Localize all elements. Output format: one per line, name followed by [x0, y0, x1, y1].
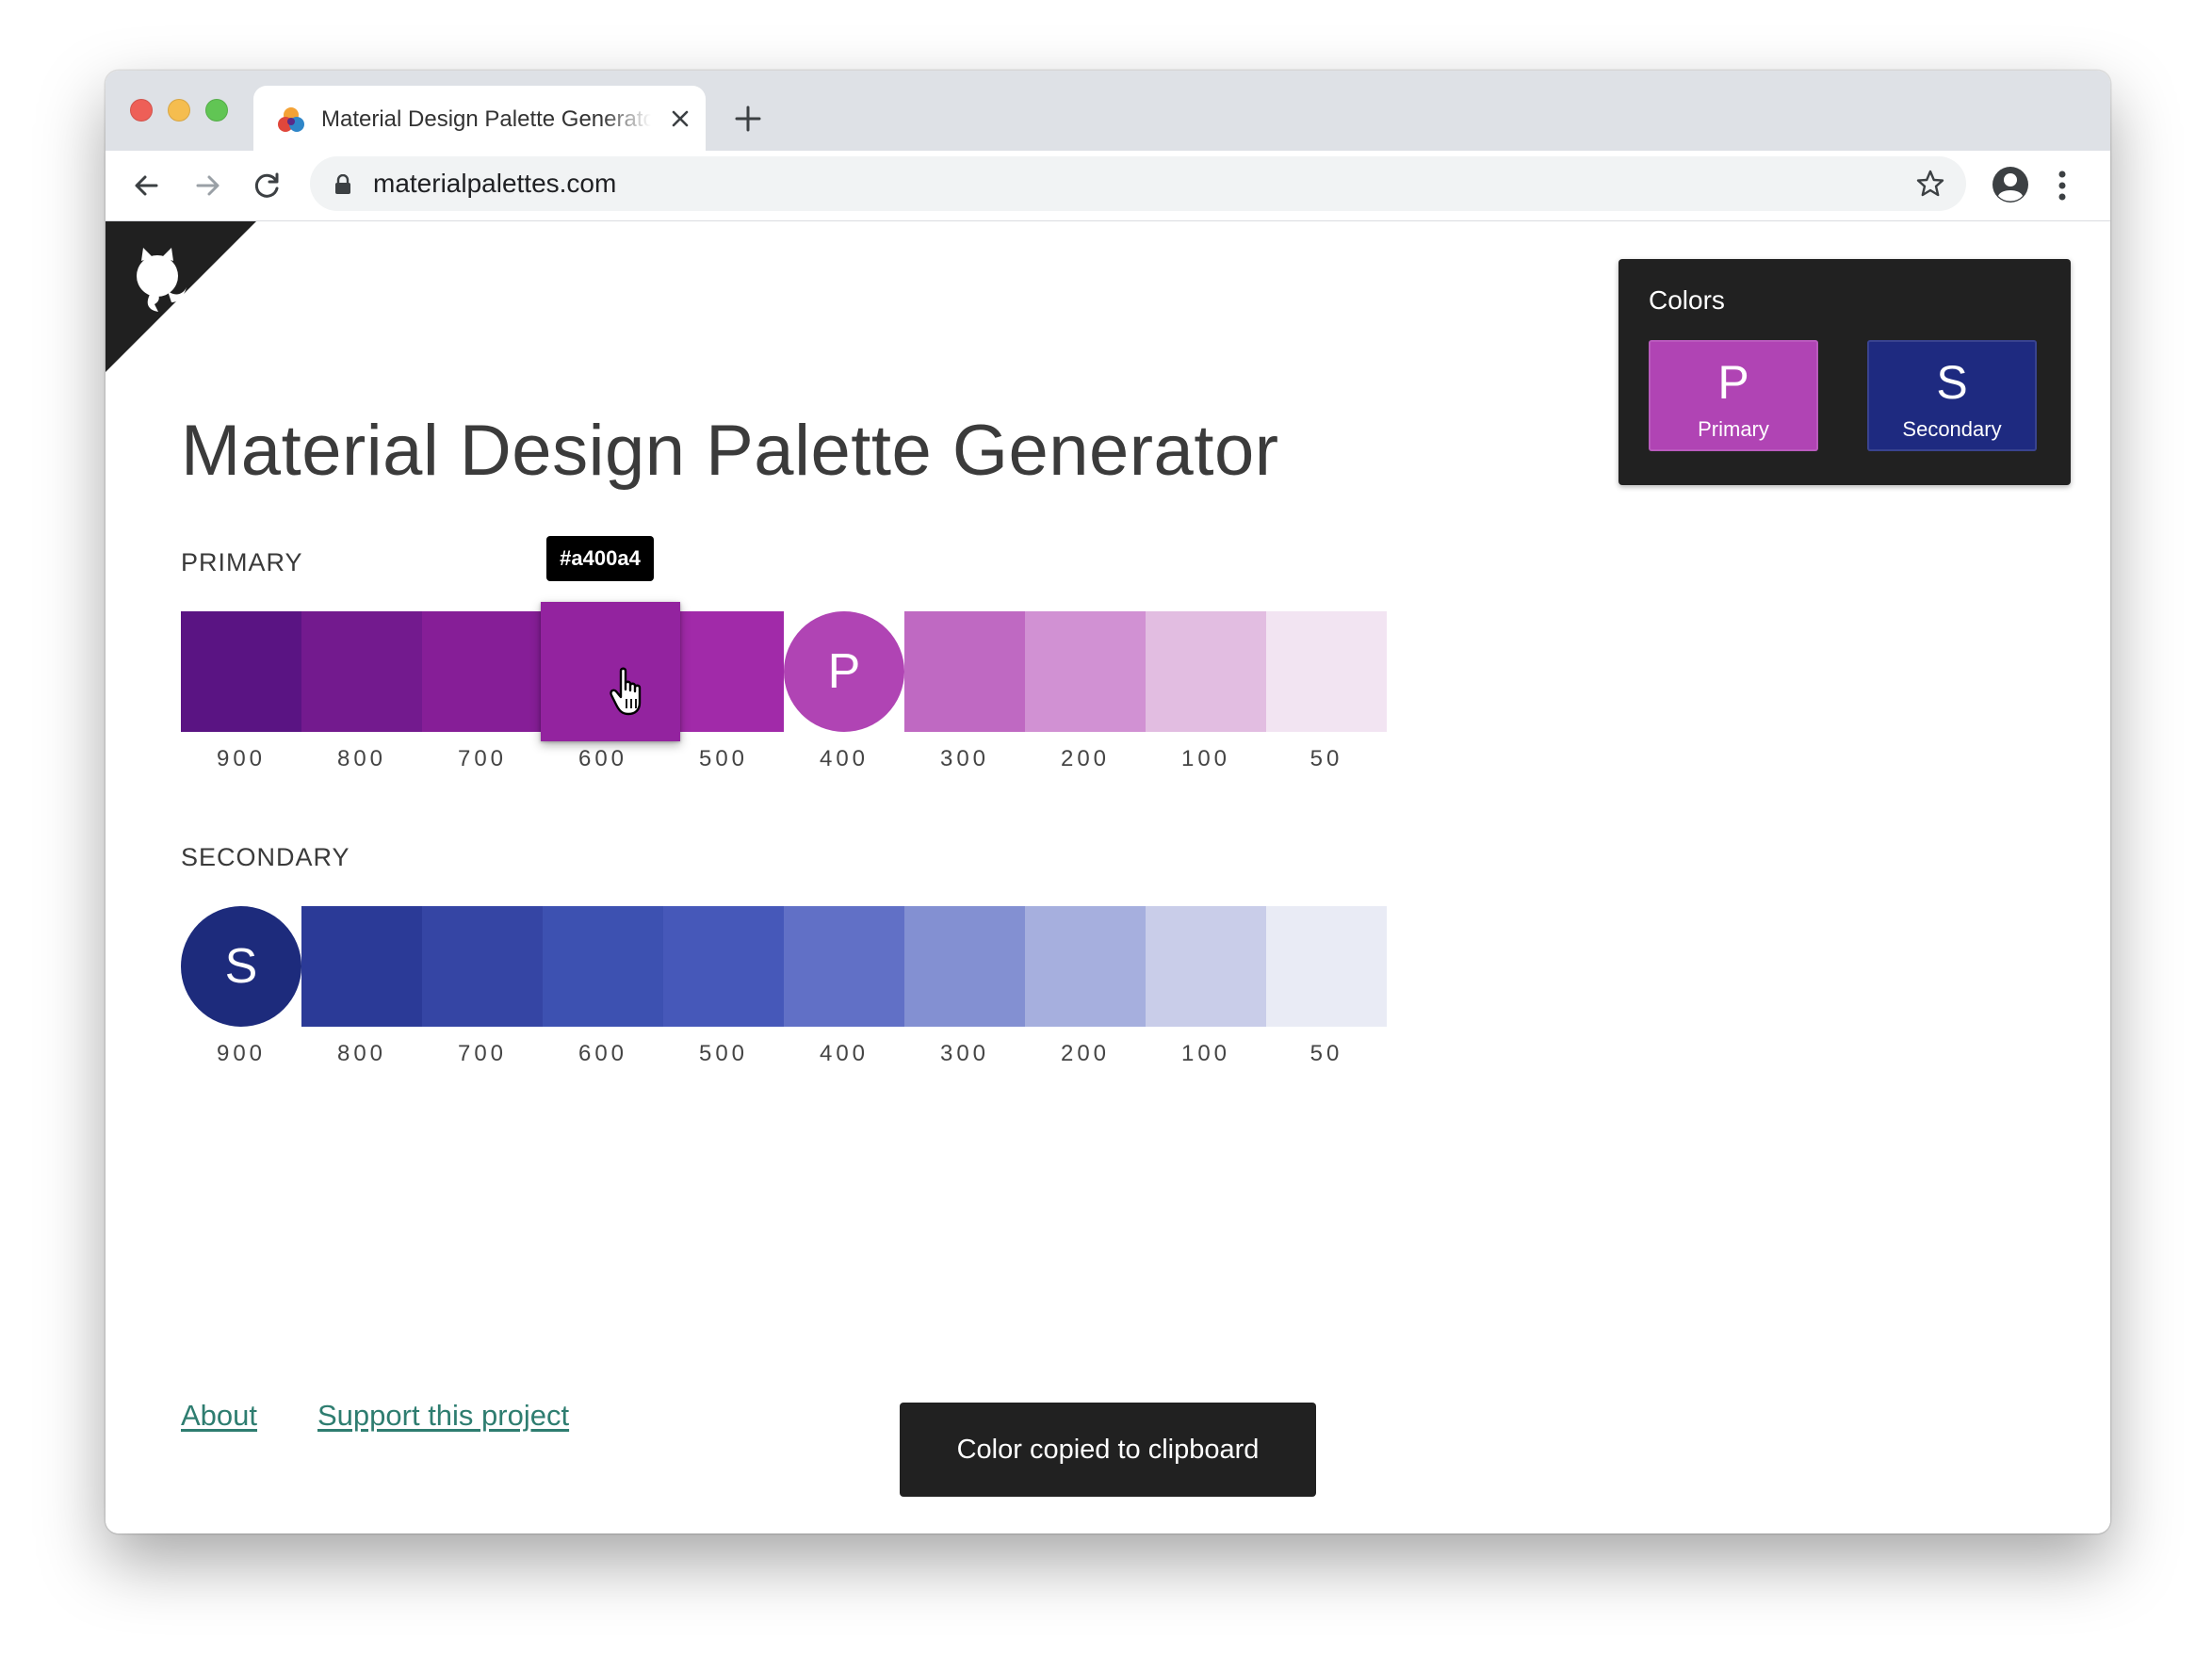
primary-shade-label-500: 500 — [698, 746, 749, 771]
browser-toolbar: materialpalettes.com — [106, 151, 2110, 221]
primary-label: PRIMARY — [181, 548, 303, 576]
secondary-shade-label-500: 500 — [698, 1041, 749, 1066]
profile-avatar-icon[interactable] — [1992, 166, 2029, 203]
github-corner-icon[interactable] — [106, 221, 256, 372]
browser-tab[interactable]: Material Design Palette Generator — [253, 86, 706, 151]
palette-favicon-icon — [278, 107, 304, 132]
primary-shade-label-200: 200 — [1060, 746, 1111, 771]
secondary-swatch-100[interactable] — [1146, 906, 1266, 1027]
primary-swatch-200[interactable] — [1025, 611, 1146, 732]
secondary-shade-label-700: 700 — [457, 1041, 508, 1066]
secondary-shade-label-50: 50 — [1309, 1041, 1343, 1066]
snackbar: Color copied to clipboard — [900, 1403, 1316, 1497]
minimize-window-button[interactable] — [168, 99, 190, 122]
secondary-shade-label-400: 400 — [819, 1041, 870, 1066]
reload-icon[interactable] — [252, 170, 284, 202]
back-arrow-icon[interactable] — [130, 170, 162, 202]
secondary-swatch-400[interactable] — [784, 906, 904, 1027]
primary-key-letter: P — [827, 644, 861, 699]
primary-card-label: Primary — [1698, 417, 1769, 441]
secondary-swatch-300[interactable] — [904, 906, 1025, 1027]
lock-icon — [335, 174, 350, 194]
primary-shade-label-900: 900 — [216, 746, 267, 771]
maximize-window-button[interactable] — [205, 99, 228, 122]
primary-shade-label-100: 100 — [1180, 746, 1231, 771]
secondary-shade-label-100: 100 — [1180, 1041, 1231, 1066]
secondary-swatch-700[interactable] — [422, 906, 543, 1027]
address-bar[interactable]: materialpalettes.com — [310, 156, 1966, 211]
secondary-card-label: Secondary — [1902, 417, 2002, 441]
primary-shade-label-700: 700 — [457, 746, 508, 771]
page-content: Material Design Palette Generator PRIMAR… — [106, 221, 2110, 1533]
close-window-button[interactable] — [130, 99, 153, 122]
secondary-swatch-500[interactable] — [663, 906, 784, 1027]
primary-swatch-800[interactable] — [301, 611, 422, 732]
color-tooltip: #a400a4 — [546, 536, 654, 581]
secondary-shade-label-200: 200 — [1060, 1041, 1111, 1066]
primary-shade-label-600: 600 — [577, 746, 628, 771]
colors-panel: Colors P Primary S Secondary — [1618, 259, 2071, 485]
secondary-swatch-600[interactable] — [543, 906, 663, 1027]
primary-swatch-700[interactable] — [422, 611, 543, 732]
new-tab-icon[interactable] — [732, 103, 764, 135]
support-project-link[interactable]: Support this project — [317, 1399, 569, 1433]
secondary-color-card[interactable]: S Secondary — [1867, 340, 2037, 451]
primary-swatch-400[interactable]: P — [784, 611, 904, 732]
secondary-label: SECONDARY — [181, 843, 350, 871]
secondary-shade-label-600: 600 — [577, 1041, 628, 1066]
hand-pointer-cursor-icon — [610, 667, 642, 716]
secondary-shade-label-300: 300 — [939, 1041, 990, 1066]
close-tab-icon[interactable] — [668, 106, 692, 131]
primary-color-card[interactable]: P Primary — [1649, 340, 1818, 451]
primary-palette: P — [181, 602, 1389, 741]
primary-swatch-500[interactable] — [663, 611, 784, 732]
colors-panel-title: Colors — [1649, 285, 1725, 315]
browser-window: Material Design Palette Generator materi… — [106, 71, 2110, 1533]
secondary-shade-labels: 900 800 700 600 500 400 300 200 100 50 — [181, 1041, 1389, 1069]
menu-kebab-icon[interactable] — [2056, 168, 2069, 203]
secondary-swatch-800[interactable] — [301, 906, 422, 1027]
primary-shade-label-300: 300 — [939, 746, 990, 771]
primary-card-letter: P — [1717, 356, 1749, 409]
secondary-swatch-200[interactable] — [1025, 906, 1146, 1027]
primary-swatch-50[interactable] — [1266, 611, 1387, 732]
about-link[interactable]: About — [181, 1399, 257, 1433]
forward-arrow-icon[interactable] — [192, 170, 224, 202]
primary-swatch-900[interactable] — [181, 611, 301, 732]
secondary-shade-label-800: 800 — [336, 1041, 387, 1066]
secondary-card-letter: S — [1936, 356, 1968, 409]
tab-title: Material Design Palette Generator — [321, 106, 651, 132]
secondary-swatch-50[interactable] — [1266, 906, 1387, 1027]
primary-shade-label-50: 50 — [1309, 746, 1343, 771]
secondary-shade-label-900: 900 — [216, 1041, 267, 1066]
bookmark-star-icon[interactable] — [1915, 169, 1945, 199]
secondary-swatch-900[interactable]: S — [181, 906, 301, 1027]
url-text[interactable]: materialpalettes.com — [373, 169, 616, 199]
primary-swatch-100[interactable] — [1146, 611, 1266, 732]
page-title: Material Design Palette Generator — [181, 411, 1279, 491]
primary-swatch-300[interactable] — [904, 611, 1025, 732]
primary-shade-labels: 900 800 700 600 500 400 300 200 100 50 — [181, 746, 1389, 774]
primary-shade-label-400: 400 — [819, 746, 870, 771]
primary-shade-label-800: 800 — [336, 746, 387, 771]
tab-bar: Material Design Palette Generator — [106, 71, 2110, 151]
secondary-key-letter: S — [224, 939, 258, 994]
secondary-palette: S — [181, 906, 1389, 1027]
